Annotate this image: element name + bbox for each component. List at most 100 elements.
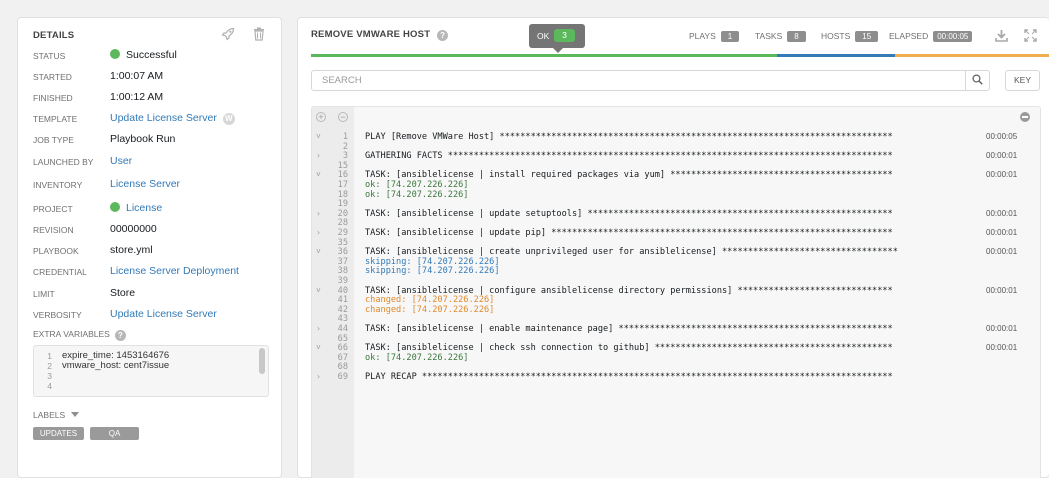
chevron-down-icon[interactable]: ˅ xyxy=(316,132,324,142)
chevron-down-icon[interactable]: ˅ xyxy=(316,343,324,353)
stdout-console: + − ˅ 1 PLAY [Remove VMWare Host] ********… xyxy=(311,106,1041,478)
stat-badge: 8 xyxy=(787,31,806,42)
project-link[interactable]: License xyxy=(126,202,162,214)
console-line: 18 ok: [74.207.226.226] xyxy=(312,190,1040,200)
credential-link[interactable]: License Server Deployment xyxy=(110,265,239,277)
detail-label: STATUS xyxy=(33,51,66,61)
console-line: › 69 PLAY RECAP **************************… xyxy=(312,372,1040,382)
detail-label: JOB TYPE xyxy=(33,135,74,145)
job-name: REMOVE VMWARE HOST xyxy=(311,29,431,40)
output-title: REMOVE VMWARE HOST? xyxy=(311,29,449,41)
chevron-down-icon[interactable]: ˅ xyxy=(316,247,324,257)
chevron-right-icon[interactable]: › xyxy=(316,228,324,238)
stat-hosts: HOSTS 15 xyxy=(821,31,879,42)
key-button[interactable]: KEY xyxy=(1005,70,1040,91)
chevron-down-icon[interactable]: ˅ xyxy=(316,286,324,296)
trash-icon[interactable] xyxy=(253,27,265,41)
tooltip-count: 3 xyxy=(554,29,575,42)
console-line: 41 changed: [74.207.226.226] xyxy=(312,295,1040,305)
ok-tooltip: OK 3 xyxy=(529,24,585,53)
chevron-right-icon[interactable]: › xyxy=(316,324,324,334)
line-duration: 00:00:01 xyxy=(986,247,1018,257)
line-text: skipping: [74.207.226.226] xyxy=(365,256,500,267)
console-line: 2 xyxy=(312,141,1040,152)
line-number: 43 xyxy=(337,314,348,325)
line-number: 35 xyxy=(337,237,348,248)
line-text: ok: [74.207.226.226] xyxy=(365,180,469,190)
chevron-right-icon[interactable]: › xyxy=(316,209,324,219)
console-line: ˅ 40 TASK: [ansiblelicense | configure ans… xyxy=(312,286,1040,296)
labels-label-text: LABELS xyxy=(33,410,66,420)
status-segment-changed[interactable] xyxy=(894,54,1049,57)
download-icon[interactable] xyxy=(995,29,1008,47)
console-line: 42 changed: [74.207.226.226] xyxy=(312,304,1040,315)
help-icon[interactable]: ? xyxy=(114,330,126,341)
inventory-link[interactable]: License Server xyxy=(110,178,180,190)
chevron-right-icon[interactable]: › xyxy=(316,372,324,382)
status-segment-ok[interactable] xyxy=(311,54,777,57)
line-duration: 00:00:01 xyxy=(986,343,1018,353)
detail-label: STARTED xyxy=(33,72,72,82)
labels-toggle[interactable]: LABELS xyxy=(33,410,80,420)
line-number: 2 xyxy=(47,361,52,371)
chevron-right-icon[interactable]: › xyxy=(316,151,324,161)
collapse-all-icon[interactable]: − xyxy=(338,112,348,122)
line-duration: 00:00:01 xyxy=(986,228,1018,237)
detail-value: Store xyxy=(110,287,136,299)
search-input[interactable] xyxy=(312,71,965,90)
line-number: 3 xyxy=(342,151,348,162)
line-number: 29 xyxy=(337,228,348,238)
detail-label: LIMIT xyxy=(33,289,55,299)
line-number: 15 xyxy=(337,160,348,171)
chevron-down-icon xyxy=(71,412,80,417)
line-number: 4 xyxy=(47,381,52,391)
console-line: 65 xyxy=(312,334,1040,344)
expand-all-icon[interactable]: + xyxy=(316,112,326,122)
details-title: DETAILS xyxy=(33,30,75,41)
detail-row-inventory: INVENTORY License Server xyxy=(33,177,273,193)
line-number: 36 xyxy=(337,247,348,258)
line-text: GATHERING FACTS ************************… xyxy=(365,151,893,162)
detail-label: REVISION xyxy=(33,225,74,235)
details-panel: DETAILS STATUS Successful STARTED 1:00:0… xyxy=(17,17,282,478)
detail-row-finished: FINISHED 1:00:12 AM xyxy=(33,90,273,106)
console-line: ˅ 16 TASK: [ansiblelicense | install requi… xyxy=(312,170,1040,181)
line-number: 67 xyxy=(337,352,348,363)
chevron-down-icon[interactable]: ˅ xyxy=(316,170,324,180)
console-line: ˅ 1 PLAY [Remove VMWare Host] ************… xyxy=(312,132,1040,142)
line-text: ok: [74.207.226.226] xyxy=(365,352,469,363)
editor-scrollbar[interactable] xyxy=(259,348,265,374)
template-value: Update License Server W xyxy=(110,112,235,125)
line-number: 2 xyxy=(342,141,348,152)
verbosity-link[interactable]: Update License Server xyxy=(110,308,217,320)
console-line: 15 xyxy=(312,160,1040,171)
workflow-badge-icon: W xyxy=(222,113,235,125)
line-text: TASK: [ansiblelicense | install required… xyxy=(365,170,893,181)
line-text: TASK: [ansiblelicense | enable maintenan… xyxy=(365,324,893,334)
stat-badge: 00:00:05 xyxy=(933,31,973,42)
output-actions xyxy=(995,29,1037,47)
extra-variables-editor[interactable]: 1 expire_time: 1453164676 2 vmware_host: c… xyxy=(33,345,269,397)
expand-icon[interactable] xyxy=(1024,29,1037,47)
stat-tasks: TASKS 8 xyxy=(755,31,806,42)
line-number: 42 xyxy=(337,304,348,315)
search-button[interactable] xyxy=(965,71,989,90)
status-segment-skipped[interactable] xyxy=(776,54,895,57)
line-number: 17 xyxy=(337,180,348,190)
line-number: 20 xyxy=(337,208,348,219)
detail-row-project: PROJECT License xyxy=(33,201,273,217)
launched-by-link[interactable]: User xyxy=(110,155,132,167)
output-panel: REMOVE VMWARE HOST? OK 3 PLAYS 1 TASKS 8 H… xyxy=(297,17,1049,478)
detail-value: 00000000 xyxy=(110,223,157,235)
line-number: 39 xyxy=(337,276,348,286)
help-icon[interactable]: ? xyxy=(437,30,449,41)
console-line: ˅ 66 TASK: [ansiblelicense | check ssh con… xyxy=(312,343,1040,353)
detail-value: Playbook Run xyxy=(110,133,176,145)
collapse-icon[interactable] xyxy=(1020,112,1030,122)
line-text: TASK: [ansiblelicense | update pip] ****… xyxy=(365,228,893,238)
template-link[interactable]: Update License Server xyxy=(110,112,217,124)
detail-row-template: TEMPLATE Update License Server W xyxy=(33,111,273,127)
line-text: TASK: [ansiblelicense | update setuptool… xyxy=(365,208,893,219)
stat-elapsed: ELAPSED 00:00:05 xyxy=(889,31,973,42)
rocket-icon[interactable] xyxy=(221,27,235,41)
